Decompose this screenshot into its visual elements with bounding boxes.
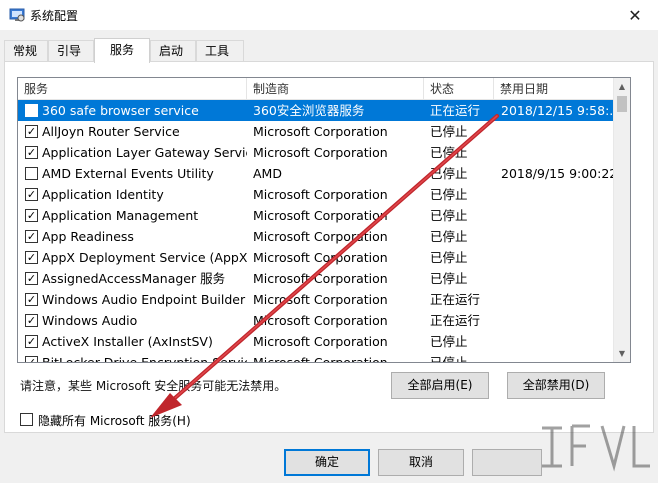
service-row[interactable]: ✓ ActiveX Installer (AxInstSV) Microsoft C… [18, 331, 614, 352]
service-row[interactable]: ✓ App Readiness Microsoft Corporation 已停止 [18, 226, 614, 247]
tab-services[interactable]: 服务 [94, 38, 150, 63]
service-row[interactable]: ✓ Windows Audio Endpoint Builder Microsoft… [18, 289, 614, 310]
list-header: 服务 制造商 状态 禁用日期 [18, 78, 614, 100]
ms-services-note: 请注意，某些 Microsoft 安全服务可能无法禁用。 [20, 379, 287, 393]
tab-general[interactable]: 常规 [4, 40, 48, 62]
tab-boot[interactable]: 引导 [48, 40, 94, 62]
service-checkbox-checked[interactable]: ✓ [25, 335, 38, 348]
tab-strip: 常规 引导 服务 启动 工具 [0, 38, 658, 63]
apply-button[interactable] [472, 449, 542, 476]
column-header-disabled-date[interactable]: 禁用日期 [494, 78, 614, 100]
hide-ms-services-label: 隐藏所有 Microsoft 服务(H) [38, 414, 191, 428]
service-disabled-date: 2018/9/15 9:00:22 [501, 166, 613, 181]
service-checkbox-checked[interactable]: ✓ [25, 293, 38, 306]
service-checkbox-checked[interactable]: ✓ [25, 356, 38, 362]
ok-button[interactable]: 确定 [284, 449, 370, 476]
service-status: 已停止 [430, 271, 468, 286]
service-name: AssignedAccessManager 服务 [42, 271, 226, 286]
service-row[interactable]: ✓ AssignedAccessManager 服务 Microsoft Corpo… [18, 268, 614, 289]
close-button[interactable]: ✕ [612, 0, 658, 30]
service-manufacturer: Microsoft Corporation [253, 313, 388, 328]
scroll-down-icon[interactable]: ▼ [614, 345, 630, 362]
service-status: 已停止 [430, 355, 468, 363]
service-name: AppX Deployment Service (AppX... [42, 250, 247, 265]
service-status: 正在运行 [430, 103, 481, 118]
service-row[interactable]: ✓ Application Management Microsoft Corpora… [18, 205, 614, 226]
enable-all-button[interactable]: 全部启用(E) [391, 372, 489, 399]
service-name: Windows Audio [42, 313, 138, 328]
service-name: App Readiness [42, 229, 134, 244]
service-row[interactable]: 360 safe browser service 360安全浏览器服务 正在运行 20… [18, 100, 614, 121]
service-manufacturer: Microsoft Corporation [253, 187, 388, 202]
scroll-thumb[interactable] [617, 96, 627, 112]
service-status: 已停止 [430, 187, 468, 202]
disable-all-button[interactable]: 全部禁用(D) [507, 372, 605, 399]
service-row[interactable]: ✓ Windows Audio Microsoft Corporation 正在运行 [18, 310, 614, 331]
service-checkbox[interactable] [25, 104, 38, 117]
service-checkbox-checked[interactable]: ✓ [25, 314, 38, 327]
service-manufacturer: Microsoft Corporation [253, 124, 388, 139]
service-checkbox[interactable] [25, 167, 38, 180]
service-status: 已停止 [430, 208, 468, 223]
service-checkbox-checked[interactable]: ✓ [25, 188, 38, 201]
service-row[interactable]: ✓ Application Layer Gateway Service Micros… [18, 142, 614, 163]
column-header-service[interactable]: 服务 [18, 78, 247, 100]
cancel-button[interactable]: 取消 [378, 449, 464, 476]
service-status: 正在运行 [430, 292, 481, 307]
service-name: BitLocker Drive Encryption Service [42, 355, 247, 363]
tab-startup[interactable]: 启动 [150, 40, 196, 62]
service-manufacturer: Microsoft Corporation [253, 229, 388, 244]
service-name: Application Management [42, 208, 199, 223]
service-status: 已停止 [430, 124, 468, 139]
service-name: AMD External Events Utility [42, 166, 214, 181]
service-row[interactable]: AMD External Events Utility AMD 已停止 2018/9/… [18, 163, 614, 184]
service-name: ActiveX Installer (AxInstSV) [42, 334, 213, 349]
service-manufacturer: Microsoft Corporation [253, 208, 388, 223]
service-status: 已停止 [430, 334, 468, 349]
service-checkbox-checked[interactable]: ✓ [25, 230, 38, 243]
service-name: Application Layer Gateway Service [42, 145, 247, 160]
service-manufacturer: Microsoft Corporation [253, 355, 388, 363]
service-manufacturer: Microsoft Corporation [253, 334, 388, 349]
service-status: 已停止 [430, 250, 468, 265]
hide-ms-services-checkbox[interactable] [20, 413, 33, 426]
column-header-status[interactable]: 状态 [424, 78, 494, 100]
service-checkbox-checked[interactable]: ✓ [25, 125, 38, 138]
service-checkbox-checked[interactable]: ✓ [25, 209, 38, 222]
tab-tools[interactable]: 工具 [196, 40, 244, 62]
service-manufacturer: Microsoft Corporation [253, 145, 388, 160]
service-checkbox-checked[interactable]: ✓ [25, 146, 38, 159]
service-row[interactable]: ✓ BitLocker Drive Encryption Service Micro… [18, 352, 614, 363]
service-row[interactable]: ✓ AllJoyn Router Service Microsoft Corpora… [18, 121, 614, 142]
service-manufacturer: AMD [253, 166, 282, 181]
service-name: AllJoyn Router Service [42, 124, 180, 139]
column-header-manufacturer[interactable]: 制造商 [247, 78, 424, 100]
service-name: Application Identity [42, 187, 164, 202]
system-config-icon [9, 8, 25, 22]
service-status: 已停止 [430, 229, 468, 244]
title-bar: 系统配置 ✕ [0, 0, 658, 30]
service-name: 360 safe browser service [42, 103, 199, 118]
service-manufacturer: 360安全浏览器服务 [253, 103, 365, 118]
watermark-logo-icon [542, 424, 650, 472]
window-title: 系统配置 [30, 9, 79, 23]
service-status: 已停止 [430, 166, 468, 181]
service-checkbox-checked[interactable]: ✓ [25, 272, 38, 285]
service-status: 正在运行 [430, 313, 481, 328]
close-icon: ✕ [628, 5, 642, 25]
service-status: 已停止 [430, 145, 468, 160]
vertical-scrollbar[interactable]: ▲ ▼ [613, 78, 630, 362]
services-list[interactable]: 服务 制造商 状态 禁用日期 360 safe browser service 3… [17, 77, 631, 363]
service-manufacturer: Microsoft Corporation [253, 250, 388, 265]
service-row[interactable]: ✓ Application Identity Microsoft Corporati… [18, 184, 614, 205]
service-manufacturer: Microsoft Corporation [253, 271, 388, 286]
service-row[interactable]: ✓ AppX Deployment Service (AppX... Microso… [18, 247, 614, 268]
service-checkbox-checked[interactable]: ✓ [25, 251, 38, 264]
service-disabled-date: 2018/12/15 9:58:... [501, 103, 613, 118]
service-manufacturer: Microsoft Corporation [253, 292, 388, 307]
scroll-up-icon[interactable]: ▲ [614, 78, 630, 95]
system-config-window: 系统配置 ✕ 常规 引导 服务 启动 工具 服务 制造商 状态 禁用日期 360… [0, 0, 658, 483]
service-name: Windows Audio Endpoint Builder [42, 292, 246, 307]
